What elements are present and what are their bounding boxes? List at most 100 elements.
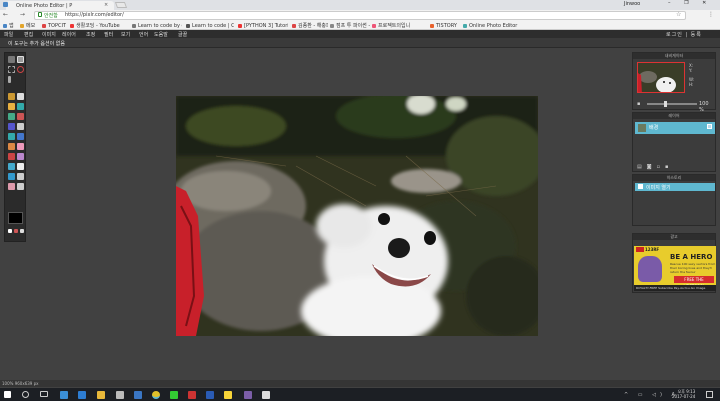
- crop-tool-icon[interactable]: [8, 76, 11, 83]
- lasso-tool-icon[interactable]: [17, 66, 24, 73]
- status-text: 100% 960x639 px: [2, 381, 39, 386]
- blur-tool-icon[interactable]: [8, 123, 15, 130]
- bloat-tool-icon[interactable]: [17, 153, 24, 160]
- app-menu-item[interactable]: 이미지: [42, 31, 56, 38]
- zoom-slider-track[interactable]: [647, 103, 697, 105]
- zoom-out-icon[interactable]: ▪: [637, 101, 640, 107]
- chrome-icon[interactable]: [152, 391, 160, 399]
- smudge-tool-icon[interactable]: [17, 123, 24, 130]
- app-menu-item[interactable]: 편집: [24, 31, 33, 38]
- system-clock[interactable]: 오후 9:13 2017-07-24: [672, 389, 695, 399]
- new-layer-icon[interactable]: ▫: [657, 164, 665, 170]
- app-menu-item[interactable]: 조정: [86, 31, 95, 38]
- bookmark-star-icon[interactable]: ☆: [676, 11, 681, 18]
- bookmark-item[interactable]: Learn to code by d: [132, 22, 182, 29]
- text-tool-icon[interactable]: [17, 173, 24, 180]
- bookmark-item[interactable]: Learn to code | Cod: [186, 22, 234, 29]
- app-menu-item[interactable]: 보기: [121, 31, 130, 38]
- color-replace-tool-icon[interactable]: [17, 163, 24, 170]
- bookmark-item[interactable]: 점프 투 파이썬 - Wi: [330, 22, 370, 29]
- bookmark-item[interactable]: 김종환 - 해충파트 ㅎ: [292, 22, 328, 29]
- app-icon[interactable]: [262, 391, 270, 399]
- task-view-icon[interactable]: [40, 391, 48, 397]
- address-bar[interactable]: [34, 11, 686, 20]
- hand-tool-icon[interactable]: [8, 183, 15, 190]
- sponge-tool-icon[interactable]: [8, 133, 15, 140]
- profile-name[interactable]: Jinwoo: [624, 1, 640, 7]
- bookmark-label: 점프 투 파이썬 - Wi: [336, 23, 370, 29]
- color-swatch[interactable]: [8, 212, 23, 224]
- browser-menu-icon[interactable]: ⋮: [708, 11, 714, 18]
- explorer-icon[interactable]: [97, 391, 105, 399]
- drawing-tool-icon[interactable]: [8, 173, 15, 180]
- reset-colors-icon[interactable]: [14, 229, 18, 233]
- brush-tool-icon[interactable]: [8, 103, 15, 110]
- window-controls[interactable]: – ❐ ✕: [668, 0, 712, 6]
- tray-icons[interactable]: ^ ▭ ◁) A: [624, 392, 679, 398]
- ie-icon[interactable]: [78, 391, 86, 399]
- pencil-tool-icon[interactable]: [8, 93, 15, 100]
- lock-icon: [38, 12, 42, 17]
- bookmark-item[interactable]: 프로젝트의입니: [372, 22, 424, 29]
- mail-icon[interactable]: [134, 391, 142, 399]
- app-menu-item[interactable]: 파일: [4, 31, 13, 38]
- app-menu-item[interactable]: 언어: [139, 31, 148, 38]
- red-eye-tool-icon[interactable]: [17, 143, 24, 150]
- ad-cta-button[interactable]: FREE THE VECTORS!: [674, 276, 714, 289]
- burn-tool-icon[interactable]: [8, 143, 15, 150]
- new-tab-button[interactable]: [114, 2, 128, 8]
- color-mode-icon[interactable]: [20, 229, 24, 233]
- ad-banner[interactable]: 123RF BE A HERO Rescue 100 sexy vectors …: [634, 246, 716, 291]
- history-title: 히스토리: [633, 175, 715, 181]
- image-canvas[interactable]: [176, 96, 538, 336]
- dodge-tool-icon[interactable]: [17, 133, 24, 140]
- edge-icon[interactable]: [60, 391, 68, 399]
- bookmark-item[interactable]: 생활코딩 - YouTube: [70, 22, 128, 29]
- bookmark-item[interactable]: TOPCIT: [42, 22, 66, 29]
- word-icon[interactable]: [206, 391, 214, 399]
- kakaotalk-icon[interactable]: [170, 391, 178, 399]
- history-item[interactable]: 이미지 열기: [635, 183, 715, 191]
- layer-visibility-checkbox[interactable]: [707, 124, 712, 129]
- layer-settings-icon[interactable]: ▤: [637, 164, 647, 170]
- login-register-link[interactable]: 로그인 | 등록: [666, 31, 702, 38]
- gradient-tool-icon[interactable]: [8, 113, 15, 120]
- search-icon[interactable]: [22, 391, 29, 398]
- browser-tab[interactable]: Online Photo Editor | P: [6, 1, 114, 10]
- eraser-tool-icon[interactable]: [17, 93, 24, 100]
- layer-mask-icon[interactable]: ◙: [647, 164, 657, 170]
- ad-footer: ROYALTY-FREE Subscribe Pay-As-You-Go Ima…: [634, 285, 716, 291]
- pinch-tool-icon[interactable]: [8, 163, 15, 170]
- powerpoint-icon[interactable]: [188, 391, 196, 399]
- select-tool-icon[interactable]: [17, 56, 24, 63]
- app-menu-item[interactable]: 도움말: [154, 31, 168, 38]
- marquee-tool-icon[interactable]: [8, 66, 15, 73]
- app-menu-item[interactable]: 필터: [104, 31, 113, 38]
- bookmark-item[interactable]: 앱: [3, 22, 17, 29]
- bucket-tool-icon[interactable]: [17, 103, 24, 110]
- start-icon[interactable]: [4, 391, 11, 398]
- bookmark-item[interactable]: [PYTHON 3] Tutori: [238, 22, 288, 29]
- notifications-icon[interactable]: [706, 391, 713, 398]
- bookmark-item[interactable]: TISTORY: [430, 22, 460, 29]
- visual-studio-icon[interactable]: [244, 391, 252, 399]
- h-label: H:: [689, 82, 694, 87]
- layer-item[interactable]: 배경: [635, 122, 715, 134]
- store-icon[interactable]: [116, 391, 124, 399]
- spot-heal-tool-icon[interactable]: [8, 153, 15, 160]
- navigator-thumbnail[interactable]: [637, 62, 685, 93]
- zoom-slider-handle[interactable]: [664, 101, 667, 107]
- bookmark-item[interactable]: Online Photo Editor: [463, 22, 533, 29]
- stamp-tool-icon[interactable]: [17, 113, 24, 120]
- url-text[interactable]: https://pixlr.com/editor/: [65, 12, 124, 18]
- kakao-icon[interactable]: [224, 391, 232, 399]
- tab-close-icon[interactable]: ×: [104, 2, 108, 8]
- swap-colors-icon[interactable]: [8, 229, 12, 233]
- bookmark-item[interactable]: 메모: [20, 22, 38, 29]
- app-menu-item[interactable]: 레이어: [62, 31, 76, 38]
- app-menu-item[interactable]: 글꼴: [178, 31, 187, 38]
- zoom-tool-icon[interactable]: [17, 183, 24, 190]
- security-label[interactable]: 안전함: [44, 12, 58, 19]
- delete-layer-icon[interactable]: ▪: [665, 164, 673, 170]
- move-tool-icon[interactable]: [8, 56, 15, 63]
